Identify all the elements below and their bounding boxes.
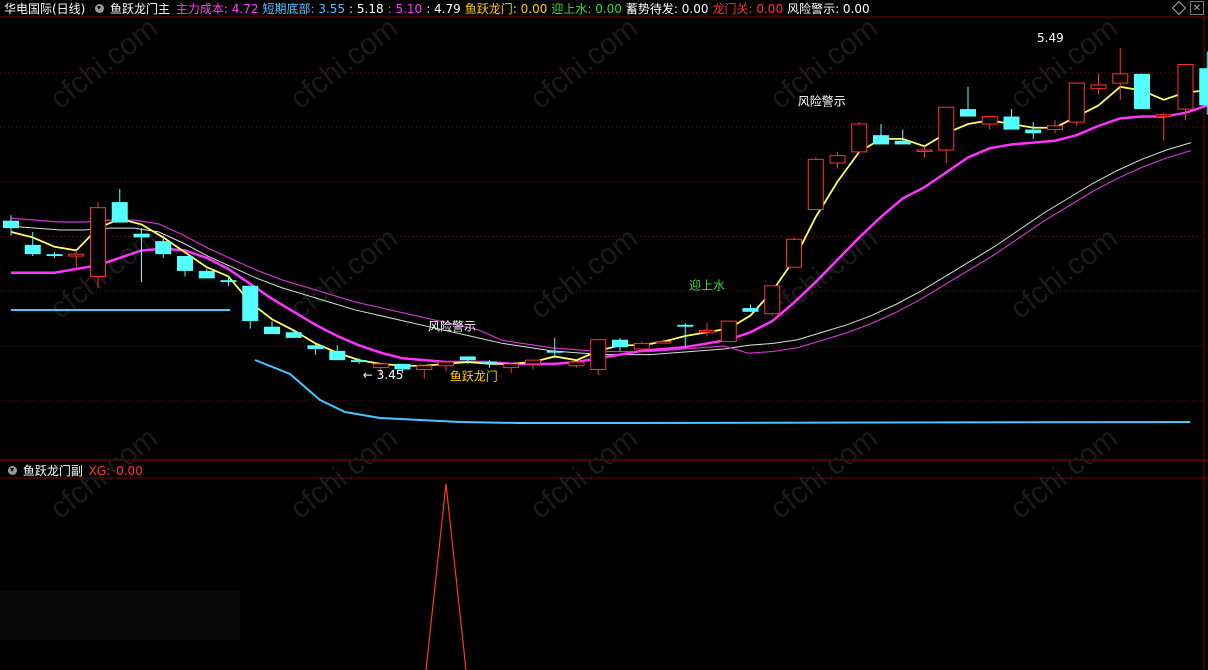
candle-body <box>1199 68 1208 106</box>
watermark-text: cfchi.com <box>764 422 884 526</box>
candle-body <box>1003 116 1020 130</box>
candle-body <box>90 207 106 277</box>
candle-body <box>525 359 541 365</box>
candle-body <box>24 244 41 255</box>
chart-annotation: 风险警示 <box>428 318 476 333</box>
indicator-value-7: 蓄势待发: 0.00 <box>625 2 709 16</box>
candle-body <box>416 365 433 370</box>
candle-body <box>1112 73 1129 84</box>
xg-spike-line <box>425 483 467 670</box>
xg-label: XG: <box>88 464 115 478</box>
main-indicator-name[interactable]: 鱼跃龙门主 <box>110 2 170 16</box>
watermark-text: cfchi.com <box>524 222 644 326</box>
stock-title[interactable]: 华电国际(日线) <box>4 2 85 16</box>
candle-body <box>655 341 672 344</box>
watermark-blur-area <box>0 590 240 640</box>
indicator-value-5: 鱼跃龙门: 0.00 <box>464 2 548 16</box>
candle-body <box>3 220 19 229</box>
candle-body <box>177 256 193 271</box>
candle-body <box>481 362 498 364</box>
watermark-text: cfchi.com <box>524 12 644 116</box>
candle-body <box>155 241 172 255</box>
indicator-value-2: : 5.18 <box>349 2 384 16</box>
indicator-value-6: 迎上水: 0.00 <box>551 2 622 16</box>
candle-body <box>546 350 563 353</box>
main-panel-header: 华电国际(日线) 鱼跃龙门主 主力成本: 4.72 短期底部: 3.55: 5.1… <box>4 0 876 18</box>
candle-body <box>133 233 150 238</box>
candle-body <box>720 320 737 343</box>
watermark-text: cfchi.com <box>1004 422 1124 526</box>
candle-body <box>111 202 128 223</box>
chart-annotation: 5.49 <box>1037 31 1064 45</box>
candle-body <box>198 270 215 279</box>
candle-body <box>742 308 759 312</box>
indicator-value-1: 短期底部: 3.55 <box>262 2 346 16</box>
indicator-value-8: 龙门关: 0.00 <box>712 2 784 16</box>
candle-body <box>938 106 955 151</box>
candle-body <box>916 149 933 153</box>
candle-body <box>242 285 259 322</box>
sub-indicator-name[interactable]: 鱼跃龙门副 <box>23 464 83 478</box>
main-indicator-values: 主力成本: 4.72 短期底部: 3.55: 5.18: 5.10: 4.79 鱼跃… <box>176 2 874 16</box>
candle-body <box>329 350 346 361</box>
indicator-value-9: 风险警示: 0.00 <box>787 2 870 16</box>
price-chart[interactable]: cfchi.com cfchi.com cfchi.com cfchi.com cfch… <box>0 0 1208 670</box>
candle-body <box>981 116 998 125</box>
indicator-value-0: 主力成本: 4.72 <box>175 2 259 16</box>
candle-body <box>1090 84 1107 90</box>
chart-annotation: 风险警示 <box>798 93 846 108</box>
candle-body <box>1134 73 1150 110</box>
candle-body <box>612 339 628 348</box>
watermark-text: cfchi.com <box>1004 222 1124 326</box>
watermark-text: cfchi.com <box>524 422 644 526</box>
candle-body <box>351 360 367 363</box>
chart-annotation: 鱼跃龙门 <box>450 369 498 384</box>
candle-body <box>307 345 324 350</box>
indicator-value-3: : 5.10 <box>387 2 423 16</box>
ma-yellow-line <box>10 85 1208 367</box>
candle-body <box>633 342 650 350</box>
candle-body <box>1047 125 1063 131</box>
candle-body <box>699 329 715 333</box>
candle-body <box>590 339 607 370</box>
indicator-value-4: : 4.79 <box>426 2 461 16</box>
watermark-text: cfchi.com <box>284 12 404 116</box>
candle-body <box>568 361 585 367</box>
candle-body <box>503 363 520 369</box>
indicator-menu-icon[interactable] <box>95 4 105 13</box>
candle-body <box>438 361 454 367</box>
candle-body <box>1068 82 1085 123</box>
candle-body <box>459 356 476 361</box>
candle-body <box>807 158 824 211</box>
watermark-text: cfchi.com <box>284 222 404 326</box>
watermark-text: cfchi.com <box>44 12 164 116</box>
candle-body <box>68 253 85 257</box>
candle-body <box>1177 63 1194 110</box>
candle-body <box>264 326 280 335</box>
candle-body <box>1155 114 1172 118</box>
candle-body <box>764 285 781 315</box>
candle-body <box>1025 129 1042 134</box>
chart-annotation: ← 3.45 <box>363 368 404 382</box>
xg-value: 0.00 <box>116 464 143 478</box>
candle-body <box>851 123 868 153</box>
candle-body <box>285 332 302 338</box>
watermark-text: cfchi.com <box>284 422 404 526</box>
candle-body <box>220 280 237 283</box>
candle-body <box>786 238 802 268</box>
candle-body <box>677 324 694 327</box>
sub-indicator-menu-icon[interactable] <box>8 466 17 475</box>
candle-body <box>894 140 911 145</box>
candle-body <box>873 135 889 145</box>
sub-panel-header: 鱼跃龙门副 XG: 0.00 <box>4 462 145 480</box>
candle-body <box>960 109 976 117</box>
candle-body <box>46 254 63 257</box>
candle-body <box>829 155 846 164</box>
close-icon[interactable]: ✕ <box>1190 1 1204 15</box>
chart-annotation: 迎上水 <box>689 278 725 292</box>
